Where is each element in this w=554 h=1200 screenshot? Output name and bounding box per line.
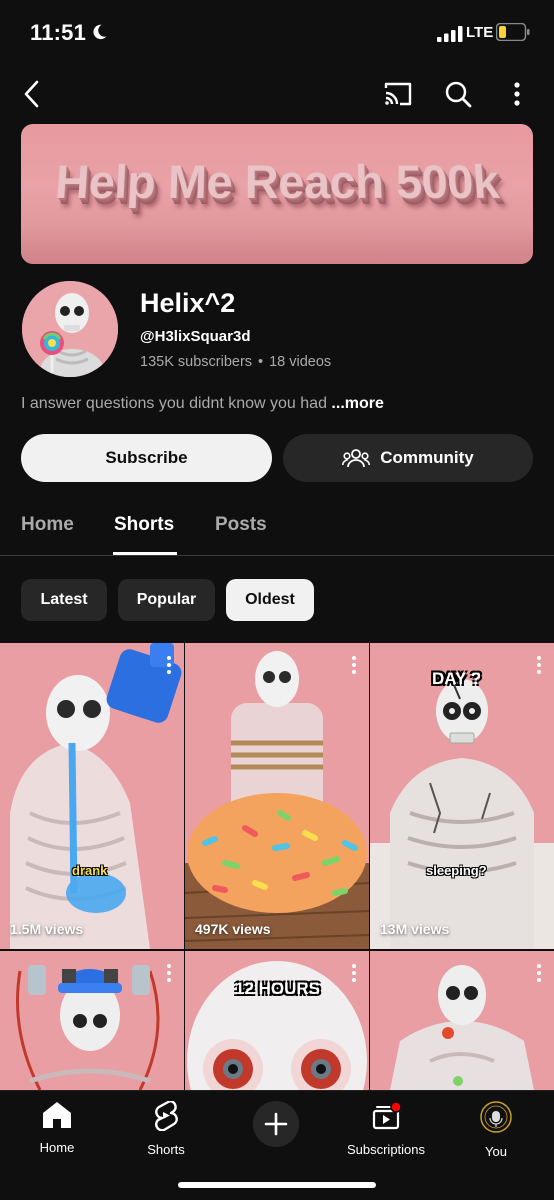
short-caption: sleeping? <box>426 863 487 878</box>
skeleton-eating-image <box>370 951 554 1090</box>
status-bar: 11:51 LTE <box>0 0 554 64</box>
back-button[interactable] <box>12 74 52 114</box>
search-icon <box>445 81 472 108</box>
more-vertical-icon[interactable] <box>166 655 172 675</box>
skeleton-closeup-image <box>185 951 369 1090</box>
short-thumbnail[interactable]: 497K views <box>185 643 369 949</box>
community-icon <box>342 449 371 468</box>
skeleton-drinking-image <box>0 643 184 949</box>
more-vertical-icon[interactable] <box>351 963 357 983</box>
short-caption: drank <box>72 863 108 878</box>
short-thumbnail[interactable] <box>370 951 554 1090</box>
status-time: 11:51 <box>30 20 87 45</box>
skeleton-lollipop-image <box>22 281 118 377</box>
nav-shorts-label: Shorts <box>147 1142 185 1157</box>
nav-subscriptions-label: Subscriptions <box>346 1142 426 1157</box>
create-plus-icon <box>264 1112 288 1136</box>
signal-icon <box>437 26 463 42</box>
more-vertical-icon[interactable] <box>166 963 172 983</box>
channel-stats: 135K subscribers • 18 videos <box>140 354 331 370</box>
subscriptions-icon <box>372 1101 402 1130</box>
tab-home[interactable]: Home <box>21 514 74 536</box>
short-thumbnail[interactable]: drank 1.5M views <box>0 643 184 949</box>
tabs-divider <box>0 555 554 556</box>
channel-description[interactable]: I answer questions you didnt know you ha… <box>21 395 384 413</box>
tab-shorts[interactable]: Shorts <box>114 514 174 536</box>
channel-handle: @H3lixSquar3d <box>140 328 251 345</box>
banner-text: Help Me Reach 500k <box>53 155 501 208</box>
nav-home-label: Home <box>39 1140 75 1155</box>
avatar <box>480 1101 512 1133</box>
home-icon <box>43 1102 71 1128</box>
chip-oldest[interactable]: Oldest <box>226 579 314 621</box>
cast-icon <box>384 82 412 106</box>
search-button[interactable] <box>438 74 478 114</box>
create-button[interactable] <box>253 1101 299 1147</box>
home-indicator <box>178 1182 376 1188</box>
channel-banner: Help Me Reach 500k <box>21 124 533 264</box>
subscriber-count: 135K subscribers <box>140 354 253 370</box>
cast-button[interactable] <box>378 74 418 114</box>
moon-icon <box>93 24 107 40</box>
more-link[interactable]: ...more <box>331 395 383 412</box>
nav-you-label: You <box>485 1144 507 1159</box>
community-button[interactable]: Community <box>283 434 533 482</box>
nav-you[interactable]: You <box>441 1101 551 1159</box>
banner-floor <box>21 224 533 264</box>
nav-subscriptions[interactable]: Subscriptions <box>331 1101 441 1157</box>
chevron-left-icon <box>24 80 39 108</box>
skeleton-candy-image <box>185 643 369 949</box>
short-caption-top: DAY ? <box>432 669 482 688</box>
more-vertical-icon[interactable] <box>351 655 357 675</box>
more-vertical-icon[interactable] <box>536 655 542 675</box>
chip-latest[interactable]: Latest <box>21 579 107 621</box>
short-thumbnail[interactable]: 12 HOURS <box>185 951 369 1090</box>
short-thumbnail[interactable] <box>0 951 184 1090</box>
short-views: 13M views <box>380 921 450 937</box>
network-label: LTE <box>466 24 494 41</box>
shorts-icon <box>155 1099 178 1132</box>
more-vertical-icon <box>514 82 520 106</box>
nav-shorts[interactable]: Shorts <box>111 1099 221 1157</box>
tab-posts[interactable]: Posts <box>215 514 267 536</box>
description-text: I answer questions you didnt know you ha… <box>21 395 327 412</box>
more-vertical-icon[interactable] <box>536 963 542 983</box>
battery-icon <box>496 23 530 41</box>
short-thumbnail[interactable]: DAY ? sleeping? 13M views <box>370 643 554 949</box>
short-views: 497K views <box>195 921 271 937</box>
chip-popular[interactable]: Popular <box>118 579 215 621</box>
channel-avatar[interactable] <box>22 281 118 377</box>
stats-separator: • <box>258 354 264 370</box>
short-caption-top: 12 HOURS <box>235 979 321 998</box>
channel-name: Helix^2 <box>140 288 236 318</box>
video-count: 18 videos <box>269 354 332 370</box>
subscribe-button[interactable]: Subscribe <box>21 434 272 482</box>
skeleton-drink-hat-image <box>0 951 184 1090</box>
more-button[interactable] <box>497 74 537 114</box>
short-views: 1.5M views <box>10 921 84 937</box>
community-label: Community <box>380 448 474 467</box>
nav-home[interactable]: Home <box>2 1101 112 1155</box>
